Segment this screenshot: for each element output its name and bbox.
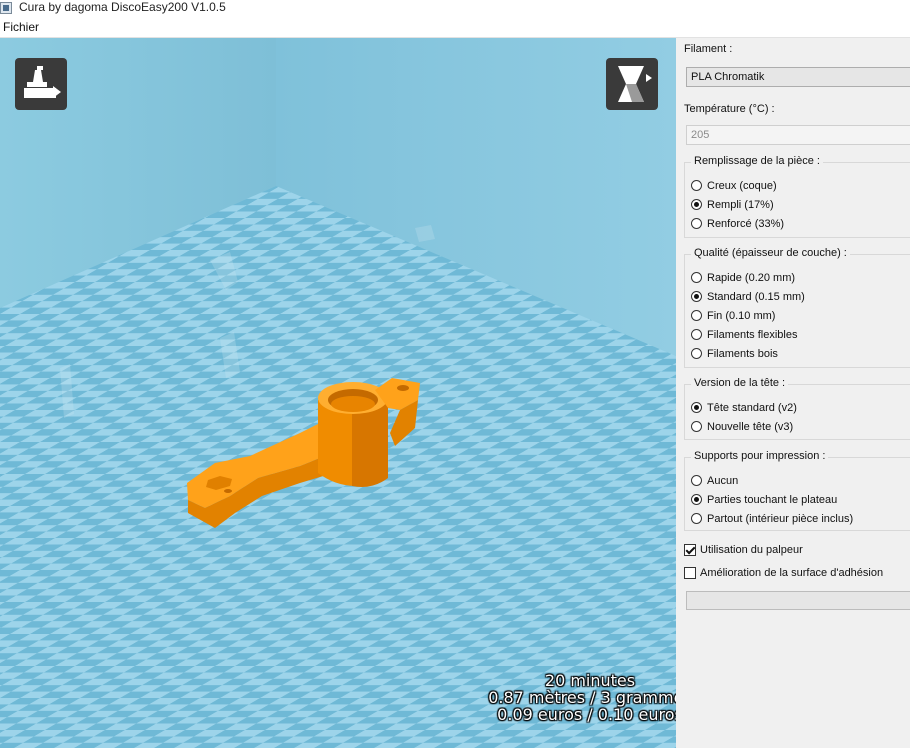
radio-button[interactable] — [691, 180, 702, 191]
radio-label: Standard (0.15 mm) — [707, 291, 805, 303]
radio-button[interactable] — [691, 475, 702, 486]
adhesion-checkbox[interactable] — [684, 567, 696, 579]
build-volume-scene — [0, 38, 676, 748]
infill-group-title: Remplissage de la pièce : — [691, 155, 823, 167]
radio-label: Creux (coque) — [707, 180, 777, 192]
radio-button[interactable] — [691, 421, 702, 432]
radio-button-selected[interactable] — [691, 402, 702, 413]
view-mode-icon — [618, 66, 652, 102]
radio-label: Filaments flexibles — [707, 329, 798, 341]
title-bar: Cura by dagoma DiscoEasy200 V1.0.5 — [0, 0, 910, 17]
radio-button[interactable] — [691, 272, 702, 283]
radio-button[interactable] — [691, 348, 702, 359]
load-model-icon — [24, 66, 61, 98]
radio-label: Partout (intérieur pièce inclus) — [707, 513, 854, 525]
temperature-label: Température (°C) : — [684, 103, 775, 115]
window-title: Cura by dagoma DiscoEasy200 V1.0.5 — [19, 0, 226, 14]
print-stats: 20 minutes 0.87 mètres / 3 grammes 0.09 … — [440, 672, 676, 723]
print-material: 0.87 mètres / 3 grammes — [488, 688, 676, 707]
head-version-group: Version de la tête : Tête standard (v2) … — [684, 377, 910, 440]
menu-bar: Fichier — [0, 17, 910, 38]
radio-label: Renforcé (33%) — [707, 218, 785, 230]
supports-group-title: Supports pour impression : — [691, 450, 829, 462]
infill-group: Remplissage de la pièce : Creux (coque) … — [684, 155, 910, 238]
radio-button-selected[interactable] — [691, 291, 702, 302]
radio-button-selected[interactable] — [691, 199, 702, 210]
quality-group: Qualité (épaisseur de couche) : Rapide (… — [684, 247, 910, 368]
radio-button[interactable] — [691, 310, 702, 321]
settings-panel: Filament : PLA Chromatik Température (°C… — [676, 38, 910, 748]
app-icon — [0, 2, 12, 14]
view-mode-button[interactable] — [606, 58, 658, 110]
3d-viewport[interactable]: 20 minutes 0.87 mètres / 3 grammes 0.09 … — [0, 38, 676, 748]
print-time: 20 minutes — [544, 671, 636, 690]
radio-label: Aucun — [707, 475, 739, 487]
radio-button[interactable] — [691, 513, 702, 524]
filament-label: Filament : — [684, 43, 733, 55]
adhesion-label: Amélioration de la surface d'adhésion — [700, 567, 884, 579]
radio-button-selected[interactable] — [691, 494, 702, 505]
radio-button[interactable] — [691, 329, 702, 340]
radio-label: Tête standard (v2) — [707, 402, 797, 414]
slice-progress-bar — [686, 591, 910, 610]
radio-button[interactable] — [691, 218, 702, 229]
filament-select[interactable]: PLA Chromatik — [686, 67, 910, 87]
load-model-button[interactable] — [15, 58, 67, 110]
probe-checkbox[interactable] — [684, 544, 696, 556]
menu-item-fichier[interactable]: Fichier — [3, 20, 39, 34]
radio-label: Filaments bois — [707, 348, 778, 360]
radio-label: Fin (0.10 mm) — [707, 310, 776, 322]
temperature-field[interactable]: 205 — [686, 125, 910, 145]
radio-label: Rempli (17%) — [707, 199, 774, 211]
print-cost: 0.09 euros / 0.10 euros — [497, 705, 676, 724]
supports-group: Supports pour impression : Aucun Parties… — [684, 450, 910, 531]
radio-label: Nouvelle tête (v3) — [707, 421, 794, 433]
probe-label: Utilisation du palpeur — [700, 544, 803, 556]
head-version-group-title: Version de la tête : — [691, 377, 789, 389]
radio-label: Parties touchant le plateau — [707, 494, 838, 506]
radio-label: Rapide (0.20 mm) — [707, 272, 796, 284]
quality-group-title: Qualité (épaisseur de couche) : — [691, 247, 850, 259]
